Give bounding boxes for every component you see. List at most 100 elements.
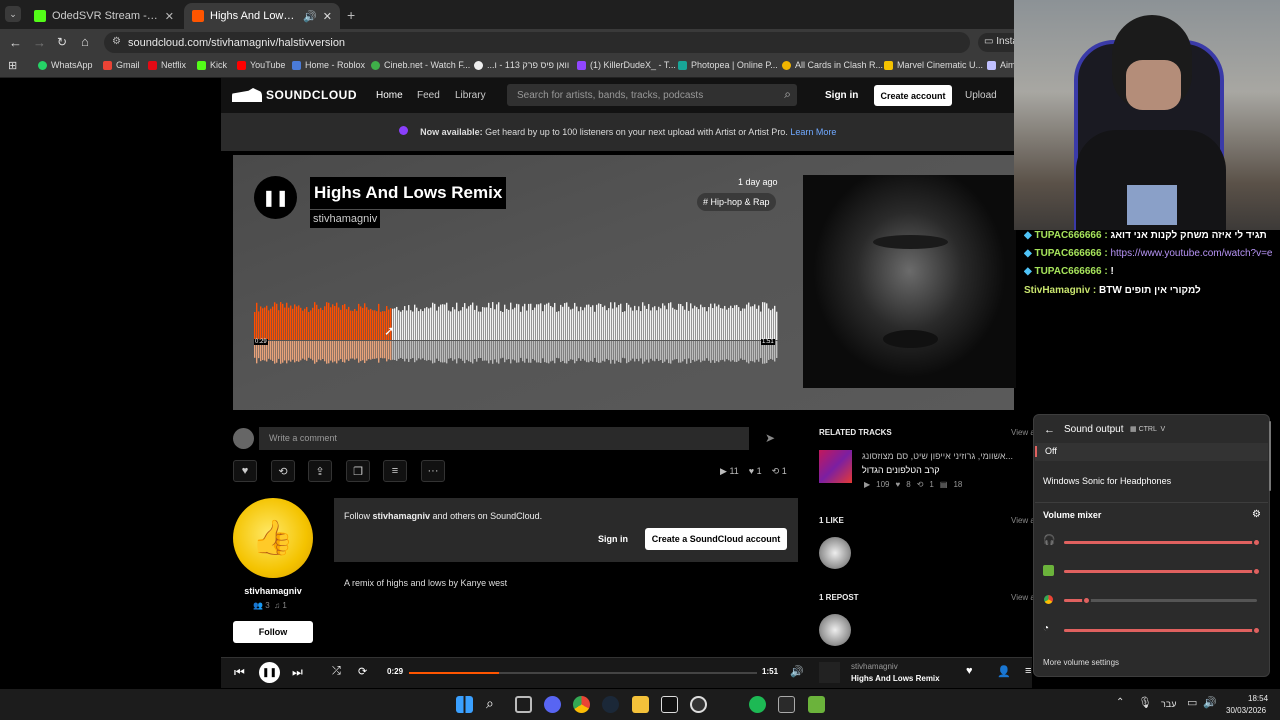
uploader-name[interactable]: stivhamagniv	[233, 586, 313, 596]
queue-icon[interactable]: ≡	[1025, 665, 1031, 677]
speaker-icon[interactable]: 🔊	[1203, 696, 1217, 709]
chrome-icon[interactable]	[573, 696, 590, 713]
obs-icon[interactable]	[690, 696, 707, 713]
like-button[interactable]: ♥	[233, 460, 257, 482]
nav-home[interactable]: Home	[376, 90, 403, 101]
site-info-icon[interactable]: ⚙	[112, 36, 121, 47]
nav-feed[interactable]: Feed	[417, 90, 440, 101]
create-soundcloud-account-button[interactable]: Create a SoundCloud account	[645, 528, 787, 550]
upload-link[interactable]: Upload	[965, 90, 997, 101]
view-all-link[interactable]: View a	[1011, 428, 1035, 437]
create-account-button[interactable]: Create account	[874, 85, 952, 106]
start-windows-icon[interactable]	[456, 696, 473, 713]
home-icon[interactable]: ⌂	[81, 34, 89, 49]
bookmark-youtube[interactable]: YouTube	[237, 60, 285, 70]
add-to-playlist-button[interactable]: ≡	[383, 460, 407, 482]
track-artist[interactable]: stivhamagniv	[310, 210, 381, 228]
shuffle-icon[interactable]: ⤮	[332, 665, 341, 678]
file-explorer-icon[interactable]	[632, 696, 649, 713]
view-all-reposts-link[interactable]: View a	[1011, 593, 1035, 602]
task-view-icon[interactable]	[515, 696, 532, 713]
slider-thumb[interactable]	[1252, 538, 1261, 547]
bookmark-roblox[interactable]: Home - Roblox	[292, 60, 365, 70]
reload-icon[interactable]: ↻	[57, 35, 67, 49]
tab-soundcloud[interactable]: Highs And Lows Remix by s 🔊 ✕	[184, 3, 340, 29]
headphones-volume-slider[interactable]	[1064, 538, 1261, 547]
soundcloud-logo[interactable]: SOUNDCLOUD	[232, 88, 357, 102]
microphone-icon[interactable]: 🎙	[1138, 696, 1152, 709]
discord-icon[interactable]	[544, 696, 561, 713]
tab-search-button[interactable]: ⌄	[5, 6, 21, 22]
follow-button[interactable]: Follow	[233, 621, 313, 643]
chrome-volume-slider[interactable]	[1064, 596, 1257, 605]
player-progress[interactable]	[409, 672, 757, 674]
steam-icon[interactable]	[602, 696, 619, 713]
network-icon[interactable]: ▭	[1187, 696, 1197, 709]
genre-tag[interactable]: # Hip-hop & Rap	[697, 193, 776, 211]
back-arrow-icon[interactable]: ←	[1044, 424, 1055, 436]
player-artist[interactable]: stivhamagniv	[851, 662, 898, 671]
follow-signin-link[interactable]: Sign in	[598, 534, 628, 544]
chat-link[interactable]: https://www.youtube.com/watch?v=e	[1110, 248, 1272, 259]
waveform[interactable]	[254, 300, 778, 368]
slider-thumb[interactable]	[1252, 626, 1261, 635]
capcut-icon[interactable]	[661, 696, 678, 713]
player-title[interactable]: Highs And Lows Remix	[851, 674, 940, 683]
bookmark-kick[interactable]: Kick	[197, 60, 227, 70]
copy-link-button[interactable]: ❐	[346, 460, 370, 482]
repeat-icon[interactable]: ⟳	[358, 665, 367, 678]
option-windows-sonic[interactable]: Windows Sonic for Headphones	[1043, 476, 1171, 486]
uploader-avatar[interactable]: 👍	[233, 498, 313, 578]
url-field[interactable]: ⚙ soundcloud.com/stivhamagniv/halstivver…	[104, 32, 970, 53]
install-button[interactable]: ▭ Insta	[978, 33, 1014, 52]
comment-input[interactable]: Write a comment	[259, 427, 749, 450]
bookmark-cineb[interactable]: Cineb.net - Watch F...	[371, 60, 470, 70]
bookmark-gmail[interactable]: Gmail	[103, 60, 140, 70]
bookmark-marvel[interactable]: Marvel Cinematic U...	[884, 60, 983, 70]
bookmark-photopea[interactable]: Photopea | Online P...	[678, 60, 778, 70]
previous-icon[interactable]: ⏮	[234, 665, 245, 680]
bookmark-whatsapp[interactable]: WhatsApp	[38, 60, 93, 70]
learn-more-link[interactable]: Learn More	[790, 127, 836, 137]
system-volume-slider[interactable]	[1064, 626, 1261, 635]
settings-gear-icon[interactable]: ⚙	[1252, 509, 1261, 520]
speaker-icon[interactable]: 🔊	[303, 10, 317, 23]
bookmark-onepiece[interactable]: ...וואן פיס פרק 113 - ו	[474, 60, 569, 70]
heart-icon[interactable]: ♥	[966, 665, 973, 677]
follow-user-icon[interactable]: 👤	[997, 665, 1011, 678]
nav-library[interactable]: Library	[455, 90, 486, 101]
next-icon[interactable]: ⏭	[292, 665, 303, 680]
related-track-art[interactable]	[819, 450, 852, 483]
bookmark-netflix[interactable]: Netflix	[148, 60, 186, 70]
pause-button[interactable]: ❚❚	[259, 662, 280, 683]
more-button[interactable]: ···	[421, 460, 445, 482]
slider-thumb[interactable]	[1252, 567, 1261, 576]
send-icon[interactable]: ➤	[765, 431, 775, 445]
player-track-art[interactable]	[819, 662, 840, 683]
search-icon[interactable]: ⌕	[486, 695, 494, 712]
related-track-title[interactable]: קרב הטלפונים הגדול	[862, 465, 940, 475]
clock-date[interactable]: 30/03/2026	[1226, 706, 1266, 715]
signin-link[interactable]: Sign in	[825, 90, 858, 101]
clock-time[interactable]: 18:54	[1248, 694, 1268, 703]
liker-avatar[interactable]	[819, 537, 851, 569]
epic-games-icon[interactable]	[778, 696, 795, 713]
tab-odedsvr[interactable]: OdedSVR Stream - Watch Live o ✕	[26, 3, 182, 29]
view-all-likes-link[interactable]: View a	[1011, 516, 1035, 525]
tab-close-icon[interactable]: ✕	[165, 10, 174, 23]
back-icon[interactable]: ←	[9, 35, 22, 50]
option-off[interactable]: Off	[1035, 443, 1268, 461]
overflow-chevron-icon[interactable]: ⌃	[1116, 697, 1124, 708]
repost-button[interactable]: ⟲	[271, 460, 295, 482]
new-tab-button[interactable]: +	[347, 7, 355, 23]
apps-grid-icon[interactable]: ⊞	[8, 59, 17, 72]
share-button[interactable]: ⇪	[308, 460, 332, 482]
forward-icon[interactable]: →	[33, 35, 46, 50]
bookmark-aim[interactable]: Aim	[987, 60, 1016, 70]
bookmark-twitch[interactable]: (1) KillerDudeX_ - T...	[577, 60, 676, 70]
more-volume-settings-link[interactable]: More volume settings	[1043, 658, 1119, 667]
related-track-artist[interactable]: ...אשוומי, גרוזיני אייפון שיט, סם מצוזסו…	[862, 451, 1028, 461]
panel-scrollbar[interactable]	[1269, 421, 1271, 491]
app-volume-slider[interactable]	[1064, 567, 1261, 576]
search-icon[interactable]: ⌕	[784, 87, 791, 102]
